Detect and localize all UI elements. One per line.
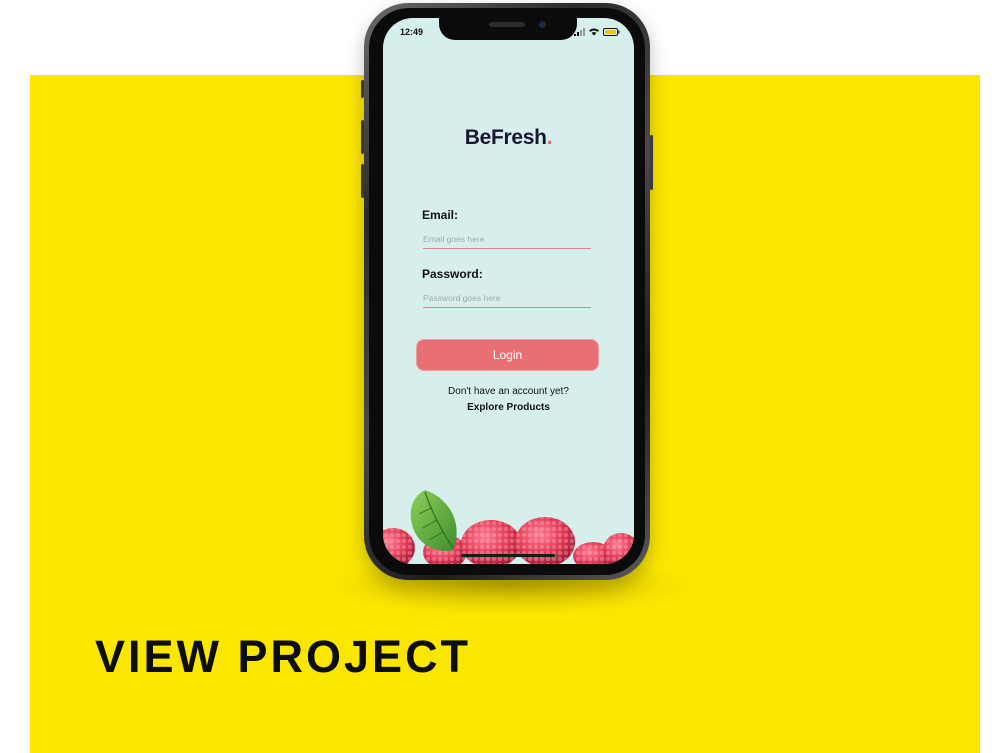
password-input[interactable]: [423, 289, 591, 308]
password-label: Password:: [422, 267, 483, 281]
view-project-link[interactable]: VIEW PROJECT: [95, 634, 471, 679]
speaker-grille: [489, 22, 525, 27]
logo-text: BeFresh: [464, 126, 547, 149]
wifi-icon: [589, 28, 599, 36]
email-input[interactable]: [423, 230, 591, 249]
battery-icon: [603, 28, 620, 36]
volume-down-button: [361, 164, 364, 198]
signal-icon: [574, 28, 585, 36]
status-time: 12:49: [400, 27, 424, 37]
home-indicator: [461, 554, 555, 557]
app-logo: BeFresh.: [383, 126, 634, 150]
volume-up-button: [361, 120, 364, 154]
power-button: [650, 135, 653, 190]
explore-products-link[interactable]: Explore Products: [383, 402, 634, 413]
raspberries-image: [383, 490, 634, 564]
mute-switch: [361, 80, 364, 98]
phone-notch: [439, 18, 577, 40]
phone-screen: 12:49 BeFresh. Email: Password: Login Do…: [383, 18, 634, 564]
logo-dot: .: [546, 126, 553, 149]
signup-prompt: Don't have an account yet?: [448, 386, 569, 397]
status-icons: [574, 27, 620, 37]
login-button[interactable]: Login: [416, 339, 599, 371]
email-label: Email:: [422, 208, 459, 222]
front-camera: [539, 21, 546, 28]
